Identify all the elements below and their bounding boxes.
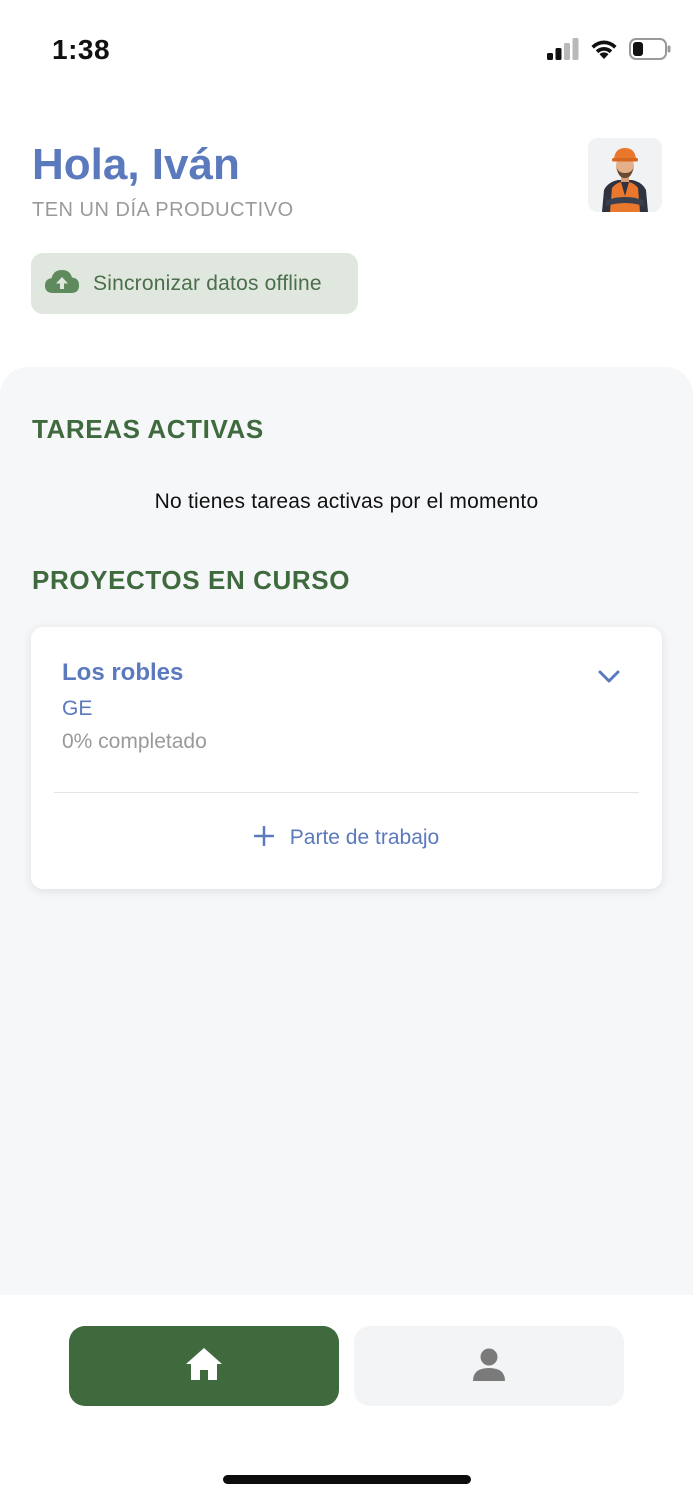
expand-project-button[interactable]	[593, 667, 625, 691]
project-name[interactable]: Los robles	[62, 659, 183, 687]
active-tasks-empty-message: No tienes tareas activas por el momento	[154, 490, 539, 513]
status-bar: 1:38	[0, 0, 693, 100]
status-icons	[547, 38, 671, 65]
project-progress: 0% completado	[62, 730, 207, 753]
project-code: GE	[62, 697, 93, 720]
cellular-signal-icon	[547, 38, 579, 65]
active-tasks-title: TAREAS ACTIVAS	[32, 414, 264, 444]
card-divider	[54, 792, 639, 793]
home-icon	[184, 1346, 224, 1387]
user-icon	[471, 1346, 507, 1387]
projects-in-progress-title: PROYECTOS EN CURSO	[32, 565, 351, 595]
greeting-subtitle: TEN UN DÍA PRODUCTIVO	[32, 199, 294, 221]
cloud-upload-icon	[43, 268, 81, 299]
battery-icon	[629, 38, 671, 65]
chevron-down-icon	[597, 669, 621, 690]
nav-profile-button[interactable]	[354, 1326, 624, 1406]
status-time: 1:38	[52, 34, 111, 65]
plus-icon	[253, 825, 275, 851]
add-work-report-label: Parte de trabajo	[289, 826, 440, 849]
avatar[interactable]	[588, 138, 662, 212]
nav-home-button[interactable]	[69, 1326, 339, 1406]
add-work-report-button[interactable]: Parte de trabajo	[31, 823, 662, 853]
sync-offline-button[interactable]: Sincronizar datos offline	[31, 253, 358, 314]
bottom-navigation	[0, 1295, 693, 1500]
wifi-icon	[589, 38, 619, 65]
worker-avatar-icon	[588, 138, 662, 212]
sync-offline-label: Sincronizar datos offline	[93, 271, 322, 295]
home-indicator	[223, 1475, 471, 1484]
greeting-title: Hola, Iván	[32, 140, 240, 189]
project-card: Los robles GE 0% completado Parte de tra…	[31, 627, 662, 889]
